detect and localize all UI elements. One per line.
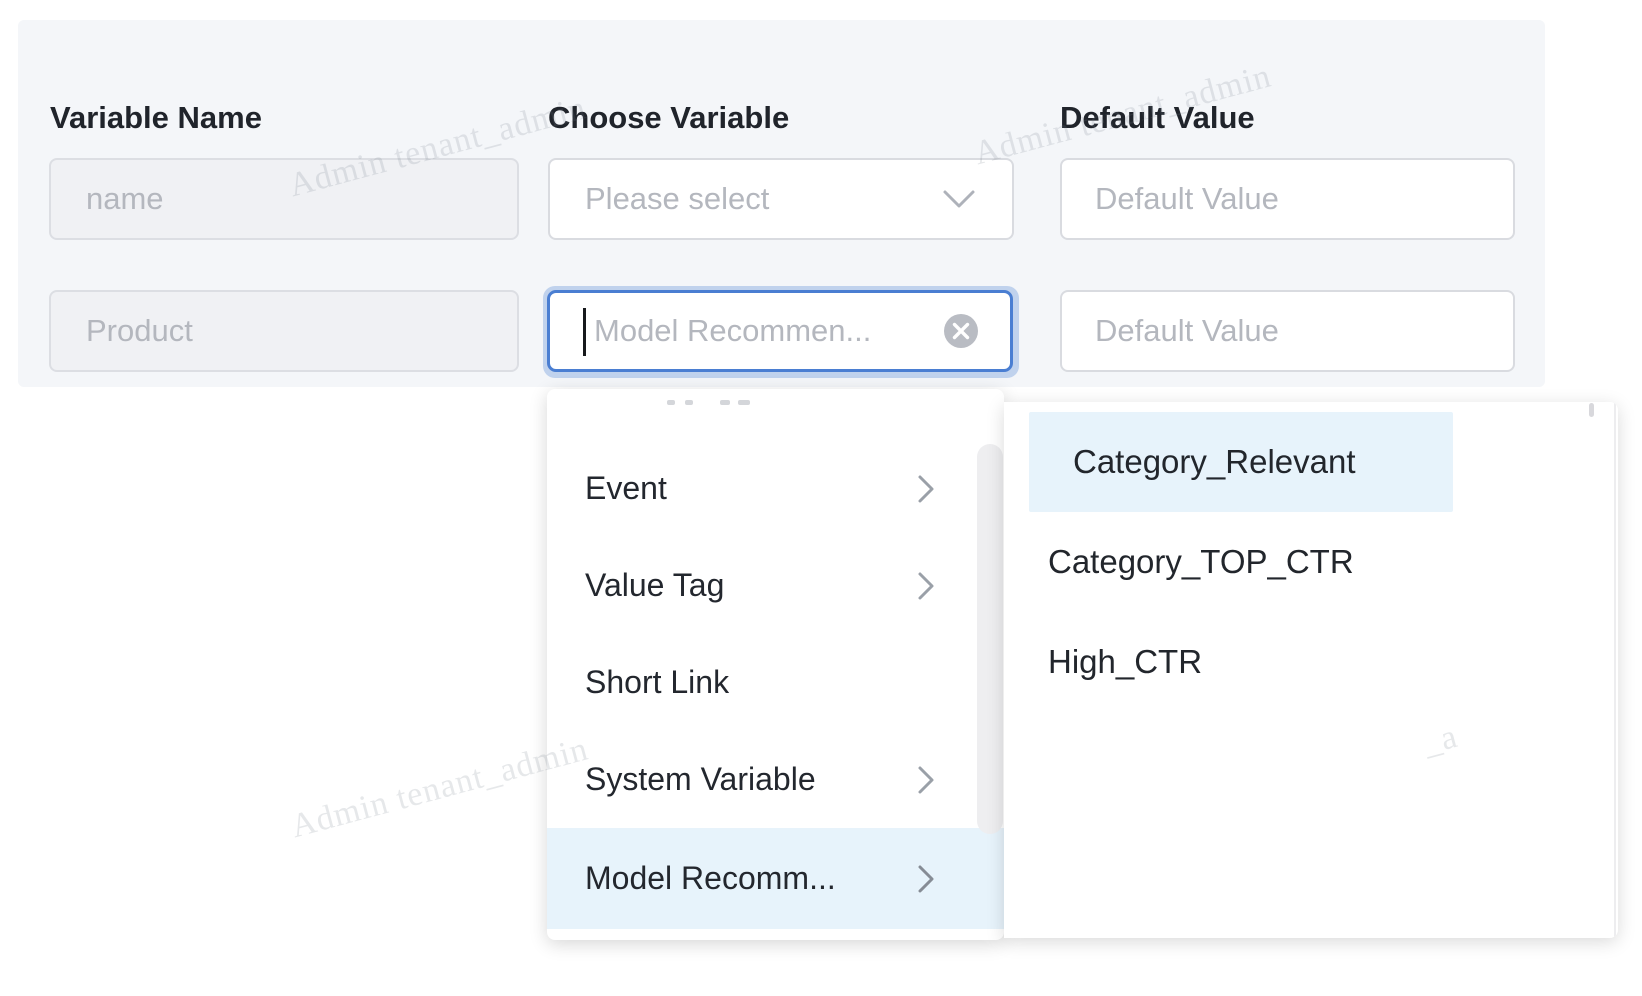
choose-variable-value-row2: Model Recommen...: [594, 313, 871, 349]
default-value-placeholder-row2: Default Value: [1095, 313, 1279, 349]
submenu-scrollbar-track: [1614, 402, 1616, 938]
submenu-scrollbar-thumb[interactable]: [1589, 403, 1594, 417]
submenu-item-category-relevant[interactable]: Category_Relevant: [1029, 412, 1453, 512]
menu-item-label: Value Tag: [585, 567, 724, 604]
variable-name-input-row1[interactable]: name: [49, 158, 519, 240]
chevron-right-icon: [916, 863, 936, 895]
cascader-submenu-panel: Category_Relevant Category_TOP_CTR High_…: [1004, 402, 1618, 938]
cascader-menu-panel: Event Value Tag Short Link System Variab…: [547, 389, 1004, 940]
menu-item-model-recommendation[interactable]: Model Recomm...: [547, 828, 1004, 929]
text-cursor: [583, 308, 586, 356]
menu-item-system-variable[interactable]: System Variable: [547, 731, 1004, 828]
scrolled-item-remnant: [667, 400, 907, 405]
menu-item-short-link[interactable]: Short Link: [547, 634, 1004, 731]
default-value-placeholder-row1: Default Value: [1095, 181, 1279, 217]
menu-item-value-tag[interactable]: Value Tag: [547, 537, 1004, 634]
menu-item-event[interactable]: Event: [547, 440, 1004, 537]
clear-selection-icon[interactable]: [943, 313, 979, 349]
menu-item-label: Event: [585, 470, 667, 507]
chevron-right-icon: [916, 473, 936, 505]
submenu-item-label: Category_TOP_CTR: [1048, 543, 1354, 581]
variable-name-value-row2: Product: [86, 313, 193, 349]
column-label-variable-name: Variable Name: [50, 100, 262, 136]
variable-editor-screen: Variable Name Choose Variable Default Va…: [0, 0, 1642, 996]
submenu-item-category-top-ctr[interactable]: Category_TOP_CTR: [1004, 512, 1618, 612]
menu-item-label: Model Recomm...: [585, 860, 836, 897]
default-value-input-row2[interactable]: Default Value: [1060, 290, 1515, 372]
column-label-default-value: Default Value: [1060, 100, 1255, 136]
chevron-right-icon: [916, 570, 936, 602]
menu-item-label: Short Link: [585, 664, 729, 701]
menu-scrollbar-thumb[interactable]: [977, 444, 1003, 834]
submenu-item-label: High_CTR: [1048, 643, 1202, 681]
menu-item-label: System Variable: [585, 761, 816, 798]
chevron-right-icon: [916, 764, 936, 796]
submenu-item-label: Category_Relevant: [1073, 443, 1356, 481]
variable-name-value-row1: name: [86, 181, 164, 217]
choose-variable-select-row2-focused[interactable]: Model Recommen...: [547, 290, 1013, 372]
choose-variable-placeholder-row1: Please select: [585, 181, 769, 217]
column-label-choose-variable: Choose Variable: [548, 100, 789, 136]
chevron-down-icon: [942, 188, 976, 210]
submenu-item-high-ctr[interactable]: High_CTR: [1004, 612, 1618, 712]
default-value-input-row1[interactable]: Default Value: [1060, 158, 1515, 240]
variable-name-input-row2[interactable]: Product: [49, 290, 519, 372]
choose-variable-select-row1[interactable]: Please select: [548, 158, 1014, 240]
